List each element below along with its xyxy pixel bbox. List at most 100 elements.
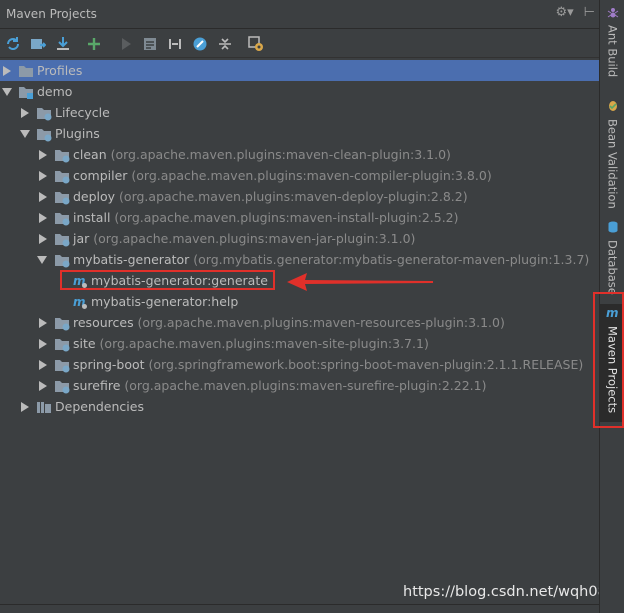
ant-icon bbox=[607, 6, 619, 21]
tree-node-label: Profiles bbox=[37, 63, 83, 78]
goal-label: mybatis-generator:help bbox=[91, 294, 239, 309]
hide-panel-icon[interactable]: ⊢ bbox=[584, 6, 595, 20]
expand-arrow-icon[interactable] bbox=[20, 401, 30, 412]
plugin-icon bbox=[54, 378, 70, 394]
panel-bottom-edge bbox=[0, 604, 599, 613]
plugin-name: spring-boot bbox=[73, 357, 145, 372]
highlight-arrow bbox=[287, 273, 433, 291]
expand-arrow-icon[interactable] bbox=[38, 338, 48, 349]
dependencies-icon bbox=[36, 399, 52, 415]
tree-node-goal-help[interactable]: m mybatis-generator:help bbox=[0, 291, 599, 312]
tree-node-label: Lifecycle bbox=[55, 105, 110, 120]
maven-goal-icon: m bbox=[72, 294, 88, 310]
expand-arrow-icon[interactable] bbox=[38, 380, 48, 391]
tool-tab-label: Database bbox=[605, 240, 620, 295]
execute-goal-icon[interactable] bbox=[141, 35, 159, 53]
tree-node-plugin-clean[interactable]: clean (org.apache.maven.plugins:maven-cl… bbox=[0, 144, 599, 165]
run-icon[interactable] bbox=[117, 35, 135, 53]
tree-node-label: demo bbox=[37, 84, 73, 99]
plugin-icon bbox=[54, 315, 70, 331]
tree-node-label: Plugins bbox=[55, 126, 100, 141]
lifecycle-folder-icon bbox=[36, 105, 52, 121]
bean-validation-icon bbox=[607, 100, 619, 115]
tree-node-label: Dependencies bbox=[55, 399, 144, 414]
panel-title: Maven Projects bbox=[6, 7, 97, 21]
expand-arrow-icon[interactable] bbox=[2, 65, 12, 76]
expand-arrow-icon[interactable] bbox=[38, 149, 48, 160]
tree-node-plugin-resources[interactable]: resources (org.apache.maven.plugins:mave… bbox=[0, 312, 599, 333]
collapse-arrow-icon[interactable] bbox=[2, 87, 12, 97]
tree-node-plugin-spring-boot[interactable]: spring-boot (org.springframework.boot:sp… bbox=[0, 354, 599, 375]
plugin-name: clean bbox=[73, 147, 107, 162]
expand-arrow-icon[interactable] bbox=[38, 359, 48, 370]
plugin-coordinates: (org.apache.maven.plugins:maven-deploy-p… bbox=[115, 189, 468, 204]
tree-node-plugin-install[interactable]: install (org.apache.maven.plugins:maven-… bbox=[0, 207, 599, 228]
plugin-coordinates: (org.springframework.boot:spring-boot-ma… bbox=[144, 357, 584, 372]
highlight-box-generate bbox=[60, 270, 275, 290]
database-icon bbox=[607, 221, 619, 236]
title-bar-actions: ⚙▾ ⊢ bbox=[555, 6, 595, 20]
plugin-name: resources bbox=[73, 315, 134, 330]
generate-sources-icon[interactable] bbox=[29, 35, 47, 53]
plugin-icon bbox=[54, 189, 70, 205]
toggle-offline-mode-icon[interactable] bbox=[166, 35, 184, 53]
collapse-arrow-icon[interactable] bbox=[20, 129, 30, 139]
plugin-icon bbox=[54, 210, 70, 226]
add-maven-project-icon[interactable] bbox=[85, 35, 103, 53]
plugin-icon bbox=[54, 231, 70, 247]
tree-node-plugin-site[interactable]: site (org.apache.maven.plugins:maven-sit… bbox=[0, 333, 599, 354]
plugins-folder-icon bbox=[36, 126, 52, 142]
tree-node-demo[interactable]: demo bbox=[0, 81, 599, 102]
plugin-icon bbox=[54, 252, 70, 268]
plugin-coordinates: (org.apache.maven.plugins:maven-jar-plug… bbox=[89, 231, 416, 246]
tool-tab-bean-validation[interactable]: Bean Validation bbox=[600, 100, 624, 209]
project-tree: Profiles demo Lifecycle Plugins clean (o… bbox=[0, 59, 599, 613]
tree-node-plugins[interactable]: Plugins bbox=[0, 123, 599, 144]
reimport-icon[interactable] bbox=[4, 35, 22, 53]
tree-node-plugin-jar[interactable]: jar (org.apache.maven.plugins:maven-jar-… bbox=[0, 228, 599, 249]
expand-arrow-icon[interactable] bbox=[38, 212, 48, 223]
skip-tests-icon[interactable] bbox=[191, 35, 209, 53]
expand-arrow-icon[interactable] bbox=[38, 233, 48, 244]
tree-node-plugin-mybatis-generator[interactable]: mybatis-generator (org.mybatis.generator… bbox=[0, 249, 599, 270]
tree-node-plugin-surefire[interactable]: surefire (org.apache.maven.plugins:maven… bbox=[0, 375, 599, 396]
tool-tab-label: Bean Validation bbox=[605, 119, 620, 209]
expand-arrow-icon[interactable] bbox=[38, 317, 48, 328]
collapse-arrow-icon[interactable] bbox=[37, 255, 47, 265]
maven-toolbar bbox=[0, 30, 599, 58]
plugin-coordinates: (org.apache.maven.plugins:maven-compiler… bbox=[127, 168, 492, 183]
plugin-icon bbox=[54, 147, 70, 163]
plugin-name: install bbox=[73, 210, 111, 225]
plugin-name: surefire bbox=[73, 378, 121, 393]
maven-settings-icon[interactable] bbox=[247, 35, 265, 53]
download-sources-icon[interactable] bbox=[54, 35, 72, 53]
plugin-coordinates: (org.mybatis.generator:mybatis-generator… bbox=[189, 252, 590, 267]
tree-node-plugin-deploy[interactable]: deploy (org.apache.maven.plugins:maven-d… bbox=[0, 186, 599, 207]
plugin-name: compiler bbox=[73, 168, 128, 183]
plugin-name: mybatis-generator bbox=[73, 252, 190, 267]
plugin-icon bbox=[54, 357, 70, 373]
tree-node-profiles[interactable]: Profiles bbox=[0, 60, 599, 81]
expand-arrow-icon[interactable] bbox=[20, 107, 30, 118]
plugin-name: site bbox=[73, 336, 96, 351]
tree-node-plugin-compiler[interactable]: compiler (org.apache.maven.plugins:maven… bbox=[0, 165, 599, 186]
tool-tab-label: Ant Build bbox=[605, 25, 620, 78]
plugin-coordinates: (org.apache.maven.plugins:maven-resource… bbox=[133, 315, 505, 330]
folder-icon bbox=[18, 63, 34, 79]
plugin-icon bbox=[54, 168, 70, 184]
tree-node-lifecycle[interactable]: Lifecycle bbox=[0, 102, 599, 123]
maven-project-icon bbox=[18, 84, 34, 100]
watermark-text: https://blog.csdn.net/wqh0830 bbox=[403, 584, 624, 600]
expand-arrow-icon[interactable] bbox=[38, 170, 48, 181]
plugin-name: deploy bbox=[73, 189, 116, 204]
highlight-box-maven-projects-tab bbox=[593, 292, 624, 428]
collapse-all-icon[interactable] bbox=[216, 35, 234, 53]
expand-arrow-icon[interactable] bbox=[38, 191, 48, 202]
tree-node-dependencies[interactable]: Dependencies bbox=[0, 396, 599, 417]
plugin-coordinates: (org.apache.maven.plugins:maven-surefire… bbox=[120, 378, 487, 393]
plugin-icon bbox=[54, 336, 70, 352]
tool-tab-database[interactable]: Database bbox=[600, 221, 624, 295]
panel-title-bar: Maven Projects ⚙▾ ⊢ bbox=[0, 0, 599, 29]
settings-icon[interactable]: ⚙▾ bbox=[555, 6, 573, 20]
tool-tab-ant-build[interactable]: Ant Build bbox=[600, 6, 624, 77]
